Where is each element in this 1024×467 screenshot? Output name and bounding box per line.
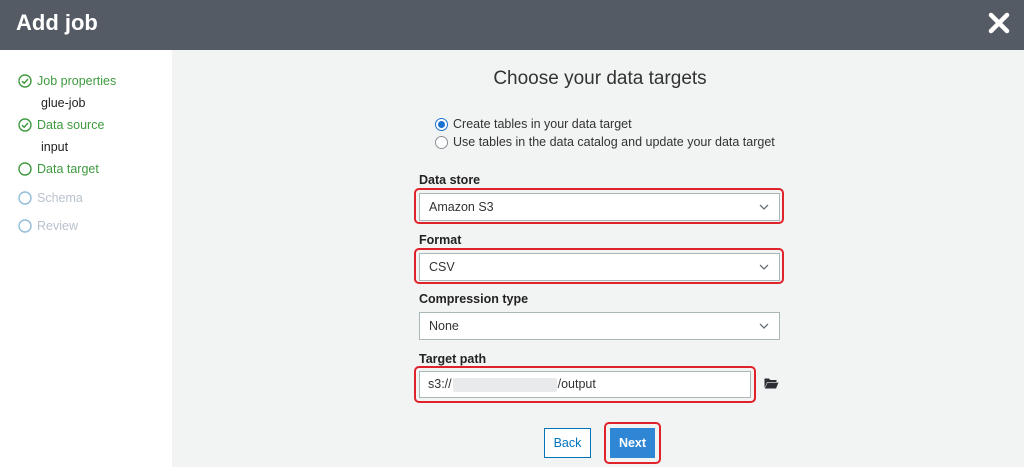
- target-path-label: Target path: [419, 352, 487, 366]
- step-label: Data source: [37, 118, 105, 132]
- data-store-label: Data store: [419, 173, 481, 187]
- step-label: Data target: [37, 162, 99, 176]
- radio-create-tables[interactable]: Create tables in your data target: [435, 116, 632, 132]
- compression-type-value: None: [429, 319, 459, 333]
- folder-open-icon[interactable]: [764, 377, 779, 389]
- step-sub-job-name: glue-job: [41, 96, 86, 110]
- check-circle-icon: [18, 118, 32, 132]
- chevron-down-icon: [759, 264, 769, 270]
- step-label: Review: [37, 219, 78, 233]
- compression-type-select[interactable]: None: [419, 312, 780, 340]
- format-label: Format: [419, 233, 462, 247]
- step-label: Job properties: [37, 74, 117, 88]
- radio-button[interactable]: [435, 135, 448, 149]
- circle-icon: [18, 191, 32, 205]
- target-path-input[interactable]: s3:// /output: [419, 371, 751, 398]
- radio-label: Create tables in your data target: [453, 117, 632, 131]
- step-label: Schema: [37, 191, 83, 205]
- close-icon[interactable]: [986, 10, 1012, 36]
- target-path-suffix: /output: [557, 377, 596, 391]
- dialog-title: Add job: [16, 10, 98, 35]
- step-sub-source-name: input: [41, 140, 69, 154]
- redacted-bucket-name: [452, 377, 557, 392]
- target-path-prefix: s3://: [428, 377, 452, 391]
- step-data-source[interactable]: Data source: [18, 116, 104, 134]
- step-job-properties[interactable]: Job properties: [18, 72, 116, 90]
- step-schema: Schema: [18, 189, 83, 207]
- chevron-down-icon: [759, 323, 769, 329]
- page-title: Choose your data targets: [493, 68, 707, 89]
- check-circle-icon: [18, 74, 32, 88]
- next-button[interactable]: Next: [610, 428, 655, 458]
- step-review: Review: [18, 217, 78, 235]
- format-value: CSV: [429, 260, 455, 274]
- circle-icon: [18, 162, 32, 176]
- step-data-target[interactable]: Data target: [18, 160, 99, 178]
- data-store-value: Amazon S3: [429, 200, 494, 214]
- circle-icon: [18, 219, 32, 233]
- data-store-select[interactable]: Amazon S3: [419, 193, 780, 221]
- compression-type-label: Compression type: [419, 292, 529, 306]
- steps-sidebar: [0, 50, 172, 467]
- header-bar: Add job: [0, 0, 1024, 50]
- back-button[interactable]: Back: [544, 428, 591, 458]
- radio-label: Use tables in the data catalog and updat…: [453, 135, 775, 149]
- radio-use-catalog-tables[interactable]: Use tables in the data catalog and updat…: [435, 134, 775, 150]
- radio-button-selected[interactable]: [435, 117, 448, 131]
- format-select[interactable]: CSV: [419, 253, 780, 281]
- chevron-down-icon: [759, 204, 769, 210]
